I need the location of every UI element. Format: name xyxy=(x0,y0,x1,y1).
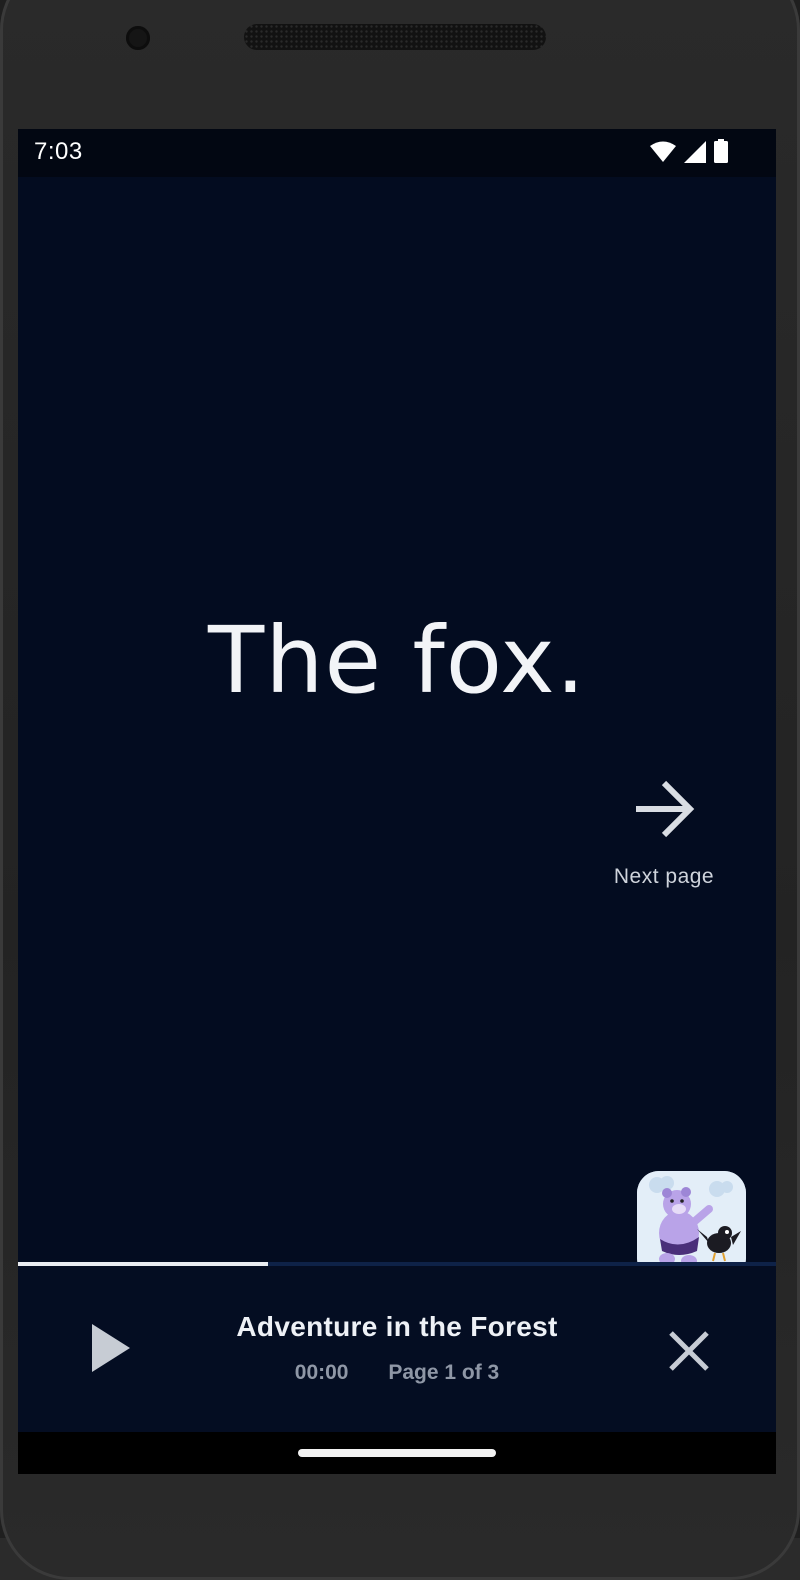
battery-icon xyxy=(714,139,728,163)
close-icon[interactable] xyxy=(662,1324,716,1378)
front-camera xyxy=(126,26,150,50)
earpiece-speaker xyxy=(244,24,546,50)
phone-frame: 7:03 The fox. Next page Adventure in the… xyxy=(0,0,800,1580)
next-page-label: Next page xyxy=(613,865,715,888)
navigation-bar xyxy=(18,1432,776,1474)
wifi-icon xyxy=(650,141,676,162)
story-page: The fox. Next page xyxy=(18,177,776,1280)
cell-signal-icon xyxy=(684,141,706,163)
page-indicator: Page 1 of 3 xyxy=(388,1361,500,1384)
next-page-button[interactable]: Next page xyxy=(608,777,720,889)
arrow-right-icon xyxy=(636,780,695,838)
screen: 7:03 The fox. Next page Adventure in the… xyxy=(18,129,776,1474)
story-text: The fox. xyxy=(208,607,586,714)
home-gesture-handle[interactable] xyxy=(298,1449,496,1457)
audio-player-bar: Adventure in the Forest 00:00 Page 1 of … xyxy=(18,1266,776,1432)
status-time: 7:03 xyxy=(34,138,83,165)
status-bar: 7:03 xyxy=(18,129,776,177)
playback-time: 00:00 xyxy=(294,1361,349,1384)
status-icons xyxy=(650,139,728,163)
